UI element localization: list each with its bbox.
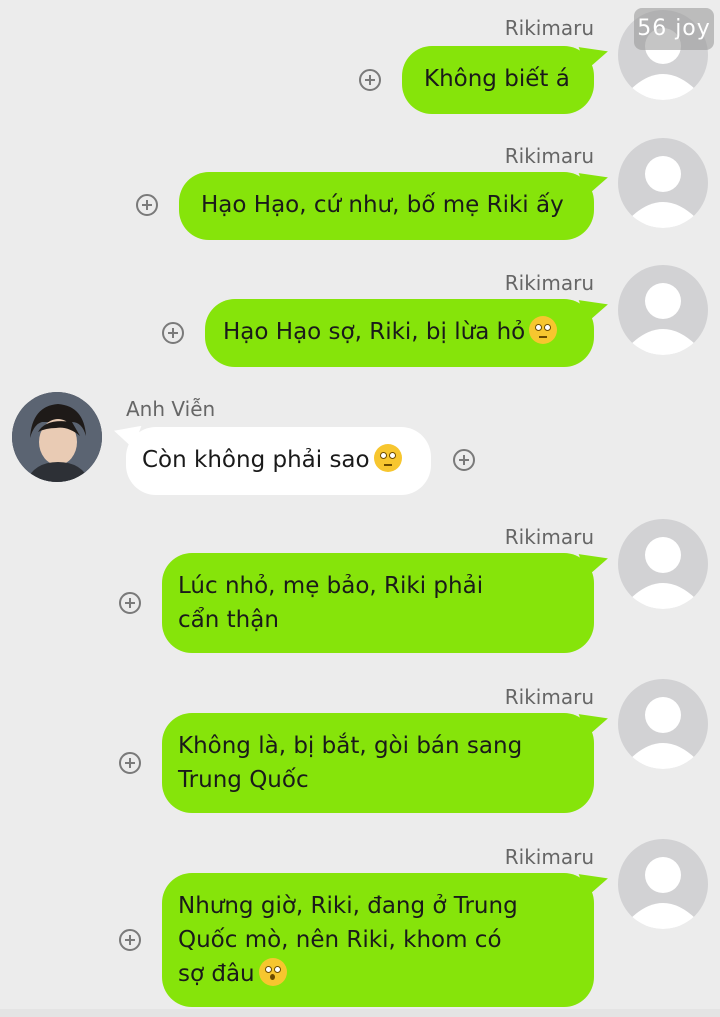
message-text: Không biết á — [424, 66, 570, 92]
bubble-tail — [578, 705, 612, 737]
message-text: Còn không phải sao — [142, 443, 415, 477]
message-text-line: Quốc mò, nên Riki, khom có — [178, 927, 502, 953]
sender-name: Anh Viễn — [126, 397, 216, 421]
add-icon[interactable] — [136, 194, 158, 216]
sender-name: Rikimaru — [504, 16, 594, 40]
add-icon[interactable] — [162, 322, 184, 344]
message-text-line: Lúc nhỏ, mẹ bảo, Riki phải — [178, 573, 484, 599]
message-bubble[interactable]: Không biết á — [402, 38, 612, 114]
add-icon[interactable] — [453, 449, 475, 471]
avatar[interactable] — [618, 519, 708, 609]
message-bubble[interactable]: Còn không phải sao — [110, 417, 431, 495]
contact-avatar[interactable] — [12, 392, 102, 482]
user-silhouette-icon — [630, 156, 696, 228]
message-text-line: Không là, bị bắt, gòi bán sang — [178, 733, 523, 759]
contact-photo-icon — [12, 392, 102, 482]
sender-name: Rikimaru — [504, 144, 594, 168]
message-text: Hạo Hạo sợ, Riki, bị lừa hỏ — [223, 315, 576, 349]
message-bubble[interactable]: Lúc nhỏ, mẹ bảo, Riki phải cẩn thận — [162, 545, 612, 653]
message-bubble[interactable]: Không là, bị bắt, gòi bán sang Trung Quố… — [162, 705, 612, 813]
avatar[interactable] — [618, 265, 708, 355]
user-silhouette-icon — [630, 697, 696, 769]
watermark: 56 joy — [634, 8, 714, 50]
add-icon[interactable] — [119, 929, 141, 951]
bubble-tail — [110, 417, 142, 449]
message-text-content: Còn không phải sao — [142, 447, 370, 473]
message-text-line: Nhưng giờ, Riki, đang ở Trung — [178, 893, 518, 919]
sender-name: Rikimaru — [504, 525, 594, 549]
bubble-tail — [578, 38, 612, 70]
kissing-face-emoji-icon — [258, 958, 287, 986]
add-icon[interactable] — [119, 592, 141, 614]
bubble-tail — [578, 291, 612, 323]
message-bubble[interactable]: Hạo Hạo, cứ như, bố mẹ Riki ấy — [179, 164, 612, 240]
rolling-eyes-emoji-icon — [373, 444, 402, 472]
bubble-tail — [578, 865, 612, 897]
user-silhouette-icon — [630, 537, 696, 609]
bubble-tail — [578, 545, 612, 577]
message-text-line: cẩn thận — [178, 607, 279, 633]
avatar[interactable] — [618, 138, 708, 228]
message-text: Hạo Hạo, cứ như, bố mẹ Riki ấy — [201, 192, 564, 218]
avatar[interactable] — [618, 679, 708, 769]
message-text-line: sợ đâu — [178, 957, 578, 991]
add-icon[interactable] — [119, 752, 141, 774]
message-text-line: Trung Quốc — [178, 767, 309, 793]
add-icon[interactable] — [359, 69, 381, 91]
message-bubble[interactable]: Hạo Hạo sợ, Riki, bị lừa hỏ — [205, 291, 612, 367]
avatar[interactable] — [618, 839, 708, 929]
message-text-content: sợ đâu — [178, 961, 255, 987]
bubble-tail — [578, 164, 612, 196]
rolling-eyes-emoji-icon — [529, 316, 558, 344]
sender-name: Rikimaru — [504, 685, 594, 709]
user-silhouette-icon — [630, 283, 696, 355]
sender-name: Rikimaru — [504, 845, 594, 869]
sender-name: Rikimaru — [504, 271, 594, 295]
bottom-divider — [0, 1009, 720, 1017]
message-bubble[interactable]: Nhưng giờ, Riki, đang ở Trung Quốc mò, n… — [162, 865, 612, 1007]
message-text-content: Hạo Hạo sợ, Riki, bị lừa hỏ — [223, 319, 526, 345]
user-silhouette-icon — [630, 857, 696, 929]
